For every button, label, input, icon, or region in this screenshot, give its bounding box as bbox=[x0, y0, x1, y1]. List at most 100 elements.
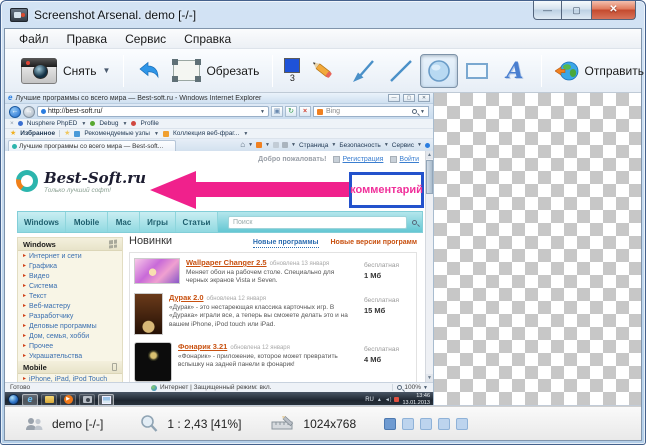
captured-screenshot[interactable]: e Лучшие программы со всего мира — Best-… bbox=[5, 93, 434, 406]
sidebar-section-windows: Windows bbox=[18, 238, 122, 251]
logo-title: Best-Soft.ru bbox=[44, 169, 147, 187]
users-icon bbox=[26, 417, 43, 430]
welcome-text: Добро пожаловать! bbox=[258, 156, 327, 163]
program-thumbnail bbox=[134, 341, 172, 382]
sidebar-item: ▸ Дом, семья, хобби bbox=[23, 332, 90, 340]
compat-icon: ▣ bbox=[271, 106, 283, 117]
maximize-button[interactable]: ▢ bbox=[562, 1, 591, 20]
taskbar-ie-icon: e bbox=[22, 393, 38, 405]
menu-file[interactable]: Файл bbox=[10, 30, 58, 48]
star-icon: ★ bbox=[64, 130, 71, 137]
menu-edit[interactable]: Правка bbox=[58, 30, 117, 48]
dev-item: Debug bbox=[99, 120, 119, 127]
app-window: Screenshot Arsenal. demo [-/-] — ▢ ✕ Фай… bbox=[0, 0, 646, 445]
rectangle-tool[interactable] bbox=[458, 55, 496, 87]
page-square[interactable] bbox=[402, 417, 415, 430]
help-icon bbox=[425, 142, 430, 148]
ie-scrollbar: ▲ ▼ bbox=[425, 151, 433, 382]
line-tool[interactable] bbox=[382, 53, 420, 89]
pencil-tool[interactable] bbox=[304, 53, 344, 89]
bing-icon bbox=[317, 108, 323, 115]
bing-search-box: Bing ▼ bbox=[313, 106, 429, 117]
sidebar-item: ▸ Веб-мастеру bbox=[23, 302, 71, 310]
tray-show-icons: ▲ bbox=[376, 396, 382, 403]
globe-icon bbox=[554, 61, 578, 80]
sidebar-section-mobile: Mobile bbox=[18, 361, 122, 374]
ie-status-text: Готово bbox=[10, 384, 31, 391]
dev-item: Profile bbox=[140, 120, 159, 127]
arrow-tool[interactable] bbox=[344, 53, 382, 89]
status-scale: 1 : 2,43 [41%] bbox=[167, 416, 242, 431]
menu-help[interactable]: Справка bbox=[175, 30, 240, 48]
ie-icon: e bbox=[8, 93, 13, 102]
annotation-arrow[interactable] bbox=[195, 182, 351, 197]
menu-service[interactable]: Сервис bbox=[116, 30, 175, 48]
site-logo: Best-Soft.ru Только лучший софт! bbox=[16, 170, 146, 194]
annotation-arrow-head[interactable] bbox=[150, 171, 196, 209]
ellipse-tool[interactable] bbox=[420, 53, 459, 88]
url-text: http://best-soft.ru/ bbox=[48, 108, 103, 115]
page-square[interactable] bbox=[438, 417, 451, 430]
sidebar-item: ▸ Система bbox=[23, 282, 58, 290]
ie-maximize-button: ▢ bbox=[403, 94, 415, 102]
tray-clock: 13:46 13.01.2013 bbox=[402, 393, 430, 406]
favorites-label: Избранное bbox=[20, 130, 56, 137]
account-links: Добро пожаловать! Регистрация Войти bbox=[258, 156, 419, 163]
program-link: Wallpaper Changer 2.5 bbox=[186, 258, 267, 267]
forward-icon: → bbox=[23, 105, 35, 118]
program-license: бесплатная bbox=[364, 296, 400, 304]
tray-action-center-icon bbox=[394, 397, 400, 402]
app-icon bbox=[10, 7, 28, 22]
favorites-item: Коллекция веб-фраг... bbox=[172, 130, 240, 137]
dev-item: Nusphere PhpED bbox=[26, 120, 78, 127]
crop-label: Обрезать bbox=[206, 63, 260, 78]
editor-canvas[interactable]: e Лучшие программы со всего мира — Best-… bbox=[5, 93, 641, 406]
sidebar-item: ▸ Прочее bbox=[23, 342, 54, 350]
undo-icon bbox=[139, 61, 159, 78]
page-square[interactable] bbox=[456, 417, 469, 430]
program-license: бесплатная bbox=[364, 345, 400, 353]
program-thumbnail bbox=[134, 258, 180, 284]
color-thickness-swatch[interactable]: 3 bbox=[284, 58, 301, 83]
close-button[interactable]: ✕ bbox=[591, 1, 636, 20]
program-thumbnail bbox=[134, 292, 163, 335]
site-navbar: Windows Mobile Mac Игры Статьи bbox=[17, 211, 423, 233]
undo-button[interactable] bbox=[131, 58, 167, 84]
browser-tab: Лучшие программы со всего мира — Best-so… bbox=[8, 140, 176, 151]
program-link: Фонарик 3.21 bbox=[178, 341, 228, 351]
site-favicon bbox=[41, 109, 46, 114]
stop-icon: × bbox=[299, 106, 311, 117]
capture-label: Снять bbox=[63, 63, 97, 78]
chevron-down-icon: ▼ bbox=[260, 108, 265, 115]
taskbar-image-viewer-icon bbox=[98, 393, 114, 405]
safety-menu: Безопасность bbox=[339, 141, 381, 149]
programs-panel: Wallpaper Changer 2.5 обновлена 13 января… bbox=[129, 252, 417, 382]
annotation-box[interactable]: комментарий bbox=[349, 172, 424, 208]
page-square[interactable] bbox=[420, 417, 433, 430]
text-tool-icon: A bbox=[506, 57, 524, 84]
magnifier-icon bbox=[141, 414, 158, 432]
chevron-down-icon[interactable]: ▼ bbox=[103, 66, 111, 75]
minimize-button[interactable]: — bbox=[533, 1, 562, 20]
program-description: «Дурак» - это нестареющая классика карто… bbox=[169, 303, 348, 328]
web-slices-icon bbox=[162, 130, 169, 137]
ie-zoom-level: 100% bbox=[404, 384, 422, 391]
capture-button[interactable]: Снять ▼ bbox=[15, 55, 116, 87]
send-button[interactable]: Отправить ▼ bbox=[549, 57, 646, 85]
logo-ring-icon bbox=[16, 170, 38, 192]
nav-tab-mac: Mac bbox=[108, 212, 140, 232]
page-square[interactable] bbox=[384, 417, 397, 430]
crop-button[interactable]: Обрезать bbox=[167, 57, 265, 84]
mail-icon bbox=[272, 142, 279, 148]
program-license: бесплатная bbox=[364, 262, 400, 269]
url-field: http://best-soft.ru/ ▼ bbox=[37, 106, 269, 117]
text-tool[interactable]: A bbox=[496, 53, 533, 89]
nav-tab-mobile: Mobile bbox=[66, 212, 108, 232]
color-swatch[interactable] bbox=[284, 58, 301, 73]
scroll-up-icon: ▲ bbox=[426, 151, 433, 159]
back-icon: ← bbox=[9, 105, 21, 118]
page-menu: Страница bbox=[298, 141, 329, 149]
nav-tab-windows: Windows bbox=[18, 212, 66, 232]
menubar: Файл Правка Сервис Справка bbox=[5, 29, 641, 49]
ie-titlebar: e Лучшие программы со всего мира — Best-… bbox=[5, 93, 433, 104]
